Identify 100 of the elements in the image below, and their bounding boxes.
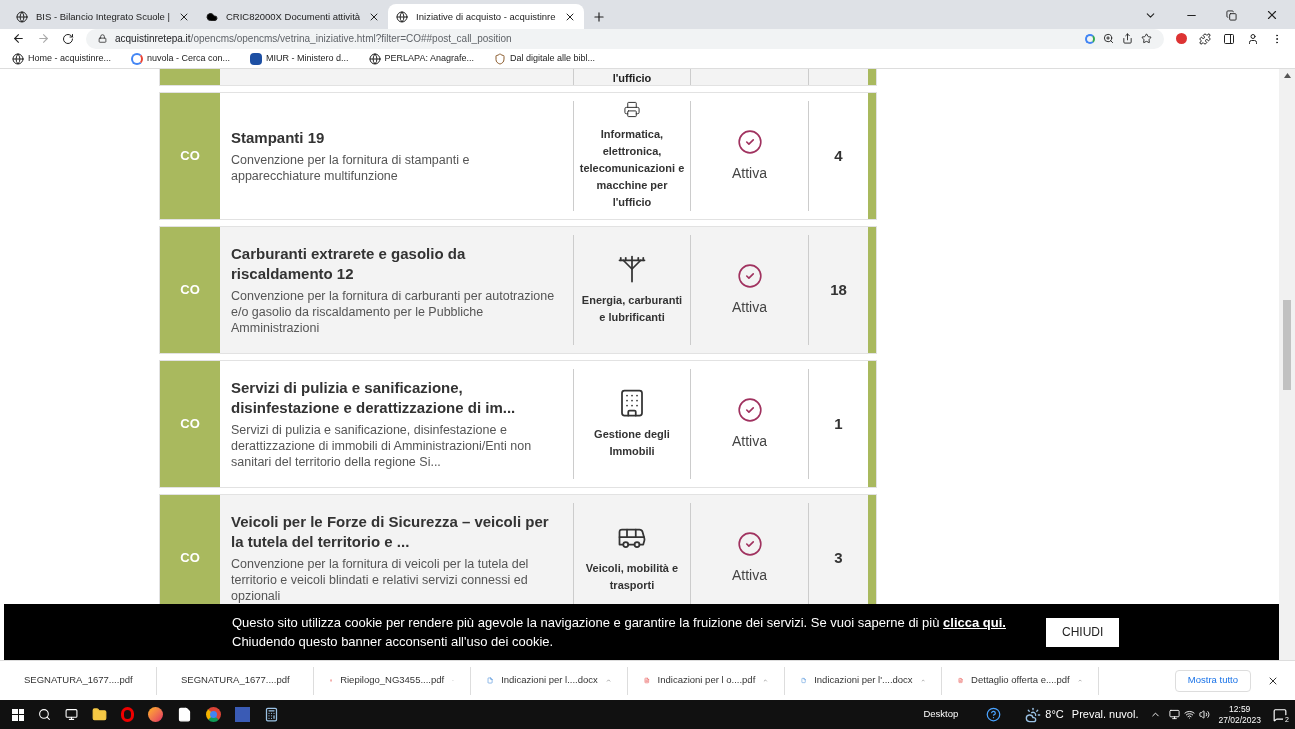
volume-icon[interactable] [1199, 709, 1211, 720]
download-item[interactable]: Dettaglio offerta e....pdf [942, 666, 1099, 695]
task-view-icon[interactable] [65, 708, 78, 721]
bookmark-item[interactable]: Dal digitale alle bibl... [494, 51, 596, 66]
download-item[interactable]: SEGNATURA_1677....pdf [157, 666, 314, 695]
clock-time: 12:59 [1229, 703, 1251, 715]
lock-icon [98, 34, 107, 43]
initiative-description: Convenzione per la fornitura di stampanti e apparecchiature multifunzione [231, 152, 471, 184]
help-icon[interactable] [986, 707, 1002, 722]
download-item[interactable]: Indicazioni per l'....docx [785, 666, 942, 695]
initiative-description: Convenzione per la fornitura di carburanti per autotrazione e/o gasolio da riscaldamento per le Pubbliche Amministrazioni [231, 288, 556, 336]
status-label: Attiva [732, 297, 767, 317]
type-label: CO [180, 147, 200, 166]
download-item[interactable]: Riepilogo_NG3455....pdf [314, 666, 471, 695]
zoom-icon[interactable] [1103, 33, 1114, 44]
count-label: 3 [834, 547, 843, 568]
initiative-card[interactable]: CO Stampanti 19 Convenzione per la fornitura di stampanti e apparecchiature multifunzione Informatica, elettronica, telecomunicazioni e macchine per l'ufficio Attiva 4 [160, 93, 876, 219]
download-item[interactable]: Indicazioni per l....docx [471, 666, 628, 695]
initiative-title: Veicoli per le Forze di Sicurezza – veicoli per la tutela del territorio e ... [231, 512, 550, 552]
initiative-title: Stampanti 19 [231, 128, 326, 148]
scrollbar-thumb[interactable] [1283, 300, 1291, 390]
scroll-up-icon[interactable] [1283, 73, 1291, 78]
initiative-title: Servizi di pulizia e sanificazione, disinfestazione e derattizzazione di im... [231, 378, 517, 418]
power-tower-icon [617, 254, 647, 284]
ring-app-icon[interactable] [121, 707, 134, 722]
browser-tab[interactable]: Iniziative di acquisto - acquistinre [388, 4, 584, 30]
search-icon[interactable] [38, 708, 51, 721]
cookie-text: Chiudendo questo banner acconsenti all'uso dei cookie. [232, 633, 555, 651]
globe-icon [12, 52, 24, 65]
address-bar[interactable]: acquistinretepa.it/opencms/opencms/vetrina_iniziative.html?filter=CO##post_call_position [86, 28, 1164, 49]
globe-icon [368, 52, 381, 65]
new-tab-icon[interactable] [591, 10, 606, 24]
tab-title: CRIC82000X Documenti attività [225, 9, 361, 24]
status-label: Attiva [732, 565, 767, 585]
clock-date: 27/02/2023 [1218, 714, 1261, 726]
desktop-label[interactable]: Desktop [923, 707, 959, 722]
puzzle-icon[interactable] [1199, 32, 1211, 45]
initiative-card[interactable] [160, 361, 876, 487]
count-label: 4 [834, 145, 843, 166]
weather-icon[interactable] [1025, 706, 1042, 723]
reload-icon[interactable] [62, 32, 74, 45]
check-circle-icon [736, 262, 763, 289]
type-label: CO [180, 415, 200, 434]
emblem-icon [250, 52, 263, 65]
check-circle-icon [736, 396, 763, 423]
download-item[interactable]: Indicazioni per l o....pdf [628, 666, 785, 695]
cookie-link[interactable]: clicca qui. [943, 615, 1006, 630]
profile-icon[interactable] [1247, 32, 1259, 45]
cookie-text: Questo sito utilizza cookie per rendere più agevole la navigazione e garantire la fruizione dei servizi. Se vuoi saperne di più clicca qui. [232, 614, 1006, 632]
bookmark-item[interactable]: nuvola - Cerca con... [131, 51, 231, 66]
scrollbar[interactable] [1279, 69, 1295, 660]
initiative-description: Servizi di pulizia e sanificazione, disinfestazione e derattizzazione di immobili di Amministrazioni/Enti non sanitari del territorio della regione Si... [231, 422, 533, 470]
google-icon [131, 52, 144, 65]
globe-icon [16, 11, 28, 23]
category-label: Energia, carburanti e lubrificanti [580, 293, 684, 325]
document-file-icon [487, 674, 494, 687]
close-icon[interactable] [1265, 8, 1279, 22]
check-circle-icon [736, 530, 763, 557]
check-circle-icon [736, 128, 763, 155]
initiative-card[interactable] [160, 227, 876, 353]
status-label: Attiva [732, 163, 767, 183]
status-label: Attiva [732, 431, 767, 451]
share-icon[interactable] [1122, 33, 1133, 44]
initiative-description: Convenzione per la fornitura di veicoli per la tutela del territorio e veicoli blindati e relativi servizi connessi ed opzionali [231, 556, 530, 604]
folder-icon[interactable] [92, 707, 107, 722]
count-label: 1 [834, 413, 843, 434]
download-item[interactable]: SEGNATURA_1677....pdf [0, 666, 157, 695]
tab-title: Iniziative di acquisto - acquistinre [416, 9, 556, 24]
category-label: Informatica, elettronica, telecomunicazioni e macchine per l'ufficio [578, 127, 686, 210]
shield-icon [494, 52, 506, 65]
calculator-icon[interactable] [264, 707, 279, 722]
restore-icon[interactable] [1226, 9, 1237, 21]
browser-tab[interactable]: CRIC82000X Documenti attività [197, 4, 389, 30]
close-banner-button[interactable]: CHIUDI [1045, 617, 1120, 647]
google-icon[interactable] [1085, 33, 1095, 44]
weather-label: Preval. nuvol. [1071, 707, 1139, 723]
url-text: acquistinretepa.it/opencms/opencms/vetrina_iniziative.html?filter=CO##post_call_position [115, 32, 513, 46]
blank-file-icon[interactable] [177, 707, 192, 722]
wifi-icon[interactable] [1184, 709, 1196, 720]
cloud-icon [205, 11, 218, 23]
windows-start-icon[interactable] [12, 708, 24, 721]
bookmark-item[interactable]: Home - acquistinre... [12, 51, 112, 66]
tab-title: BIS - Bilancio Integrato Scuole | [36, 9, 170, 24]
category-label: l'ufficio [612, 71, 652, 85]
bookmark-item[interactable]: PERLAPA: Anagrafe... [368, 51, 474, 66]
globe-icon [396, 11, 409, 23]
type-label: CO [180, 549, 200, 568]
network-icon[interactable] [1169, 709, 1181, 720]
star-icon[interactable] [1141, 33, 1152, 44]
initiative-card[interactable] [160, 495, 876, 604]
show-all-button[interactable]: Mostra tutto [1174, 669, 1251, 692]
extension-icon[interactable] [1176, 33, 1187, 44]
type-label: CO [180, 281, 200, 300]
category-label: Gestione degli Immobili [593, 427, 671, 459]
count-label: 18 [830, 279, 847, 300]
browser-tab[interactable]: BIS - Bilancio Integrato Scuole | [8, 4, 198, 30]
bookmark-item[interactable]: MIUR - Ministero d... [250, 51, 349, 66]
back-icon[interactable] [12, 32, 25, 45]
side-panel-icon[interactable] [1223, 32, 1235, 45]
initiative-title: Carburanti extrarete e gasolio da riscaldamento 12 [231, 244, 467, 284]
